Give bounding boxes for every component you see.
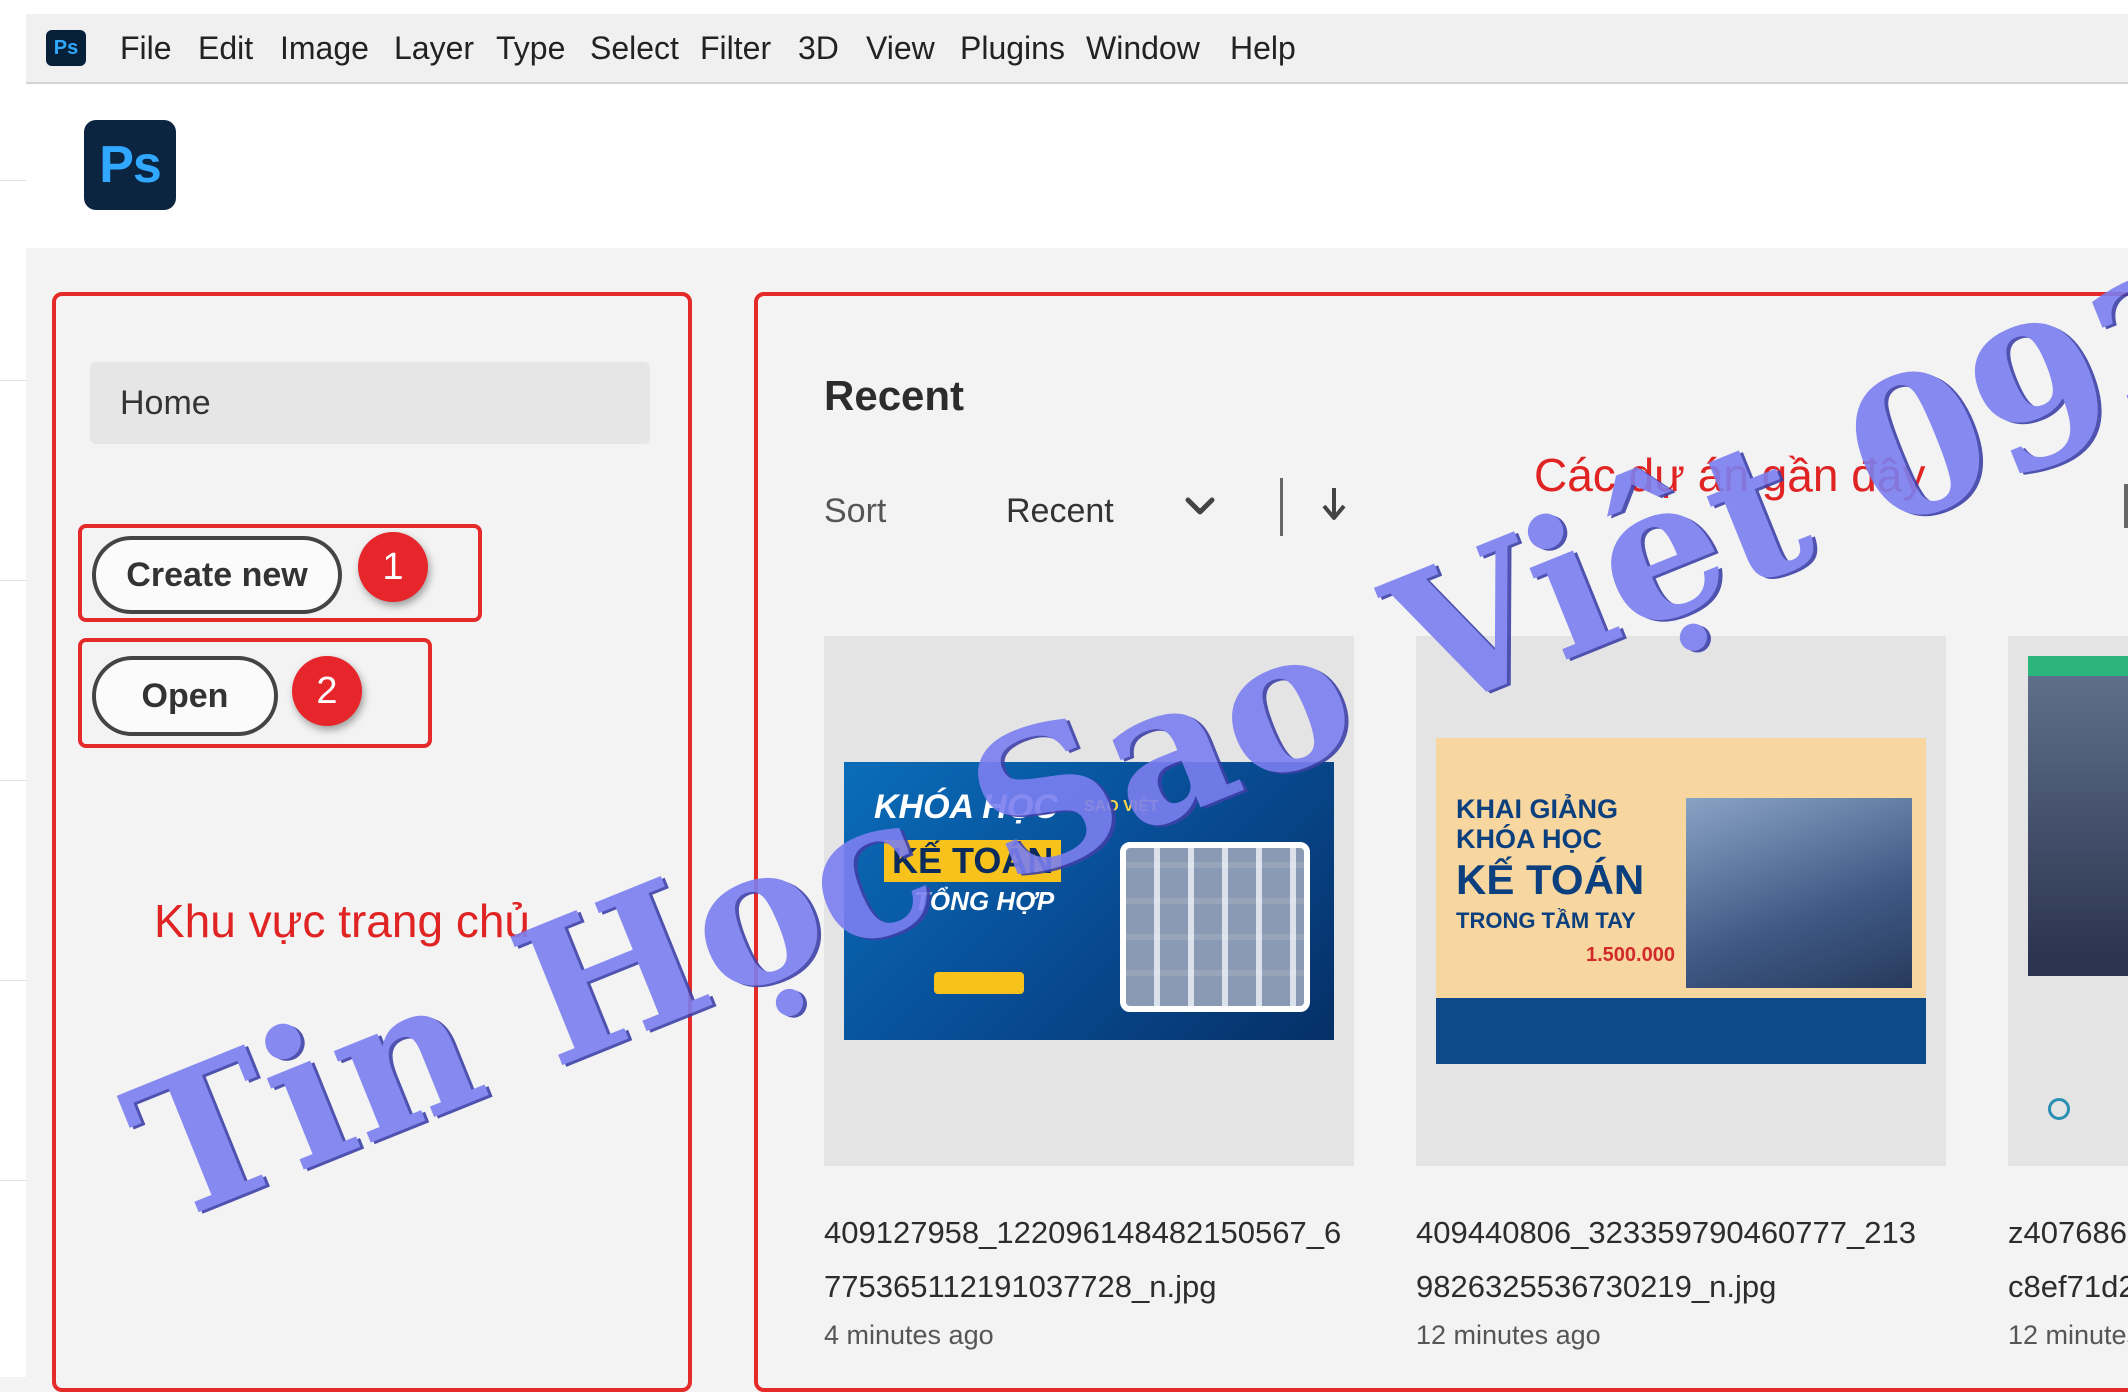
home-sidebar-annotation-box: Home Create new 1 Open 2 Khu vực trang c…	[52, 292, 692, 1392]
step-badge-2: 2	[292, 656, 362, 726]
app-icon[interactable]: Ps	[46, 30, 86, 66]
file-name-line-1: z407686	[2008, 1215, 2127, 1250]
thumb-cta	[934, 972, 1024, 994]
menu-file[interactable]: File	[120, 28, 172, 68]
file-modified-time: 12 minutes	[2008, 1320, 2128, 1350]
toolbar-divider	[1280, 478, 1283, 536]
recent-file-card[interactable]: z407686 c8ef71d2 12 minutes	[2008, 636, 2128, 1350]
recent-projects-caption: Các dự án gần đây	[1534, 449, 1926, 501]
home-header: Ps	[26, 84, 2128, 248]
thumb-subtitle: TỔNG HỢP	[914, 886, 1055, 916]
file-name-line-1: 409440806_323359790460777_213	[1416, 1215, 1916, 1250]
menu-edit[interactable]: Edit	[198, 28, 253, 68]
recent-file-card[interactable]: KHAI GIẢNG KHÓA HỌC KẾ TOÁN TRONG TẦM TA…	[1416, 636, 1946, 1350]
menu-filter[interactable]: Filter	[700, 28, 771, 68]
thumb-brand: SAO VIỆT	[1084, 798, 1159, 815]
thumb-line-1: KHAI GIẢNG	[1456, 794, 1618, 824]
file-thumbnail: KHAI GIẢNG KHÓA HỌC KẾ TOÁN TRONG TẦM TA…	[1436, 738, 1926, 1064]
step-badge-1: 1	[358, 532, 428, 602]
file-thumbnail	[2028, 656, 2128, 976]
menu-plugins[interactable]: Plugins	[960, 28, 1065, 68]
recent-projects-annotation-box: Recent Các dự án gần đây Sort Recent KHÓ…	[754, 292, 2128, 1392]
menu-image[interactable]: Image	[280, 28, 369, 68]
create-new-button[interactable]: Create new	[92, 536, 342, 614]
thumb-photo-collage	[1120, 842, 1310, 1012]
menu-3d[interactable]: 3D	[798, 28, 839, 68]
menu-window[interactable]: Window	[1086, 28, 1200, 68]
file-thumbnail: KHÓA HỌC KẾ TOÁN TỔNG HỢP SAO VIỆT	[844, 762, 1334, 1040]
thumb-line-3: KẾ TOÁN	[1456, 856, 1645, 903]
file-name-line-2: c8ef71d2	[2008, 1269, 2128, 1304]
create-new-annotation-box: Create new 1	[78, 524, 482, 622]
menu-view[interactable]: View	[866, 28, 935, 68]
file-name-line-2: 9826325536730219_n.jpg	[1416, 1269, 1777, 1304]
menu-help[interactable]: Help	[1230, 28, 1296, 68]
view-toggle-icon[interactable]	[2124, 484, 2128, 528]
file-name-line-2: 775365112191037728_n.jpg	[824, 1269, 1217, 1304]
file-name-line-1: 409127958_122096148482150567_6	[824, 1215, 1342, 1250]
thumb-line-4: TRONG TẦM TAY	[1456, 908, 1636, 933]
home-area-caption: Khu vực trang chủ	[154, 895, 530, 947]
menu-select[interactable]: Select	[590, 28, 679, 68]
sidebar-item-home[interactable]: Home	[90, 362, 650, 444]
top-grid-strip	[26, 0, 2128, 15]
open-annotation-box: Open 2	[78, 638, 432, 748]
thumb-price: 1.500.000	[1586, 944, 1675, 966]
thumb-marker-icon	[2048, 1098, 2070, 1120]
thumb-title: KHÓA HỌC	[874, 788, 1058, 826]
photoshop-logo: Ps	[84, 120, 176, 210]
thumb-line-2: KHÓA HỌC	[1456, 824, 1602, 854]
thumb-highlight: KẾ TOÁN	[884, 840, 1062, 882]
chevron-down-icon[interactable]	[1182, 486, 1218, 526]
menu-bar: Ps File Edit Image Layer Type Select Fil…	[26, 14, 2128, 84]
recent-title: Recent	[824, 372, 965, 419]
file-modified-time: 12 minutes ago	[1416, 1320, 1601, 1350]
sort-dropdown[interactable]: Recent	[1006, 492, 1114, 531]
thumb-classroom-photo	[1686, 798, 1912, 988]
sort-direction-arrow-icon[interactable]	[1318, 482, 1350, 526]
sort-label: Sort	[824, 492, 887, 530]
recent-file-card[interactable]: KHÓA HỌC KẾ TOÁN TỔNG HỢP SAO VIỆT 40912…	[824, 636, 1354, 1350]
menu-layer[interactable]: Layer	[394, 28, 474, 68]
open-button[interactable]: Open	[92, 656, 278, 736]
left-frame-strip	[0, 0, 26, 1377]
file-modified-time: 4 minutes ago	[824, 1320, 994, 1350]
menu-type[interactable]: Type	[496, 28, 565, 68]
